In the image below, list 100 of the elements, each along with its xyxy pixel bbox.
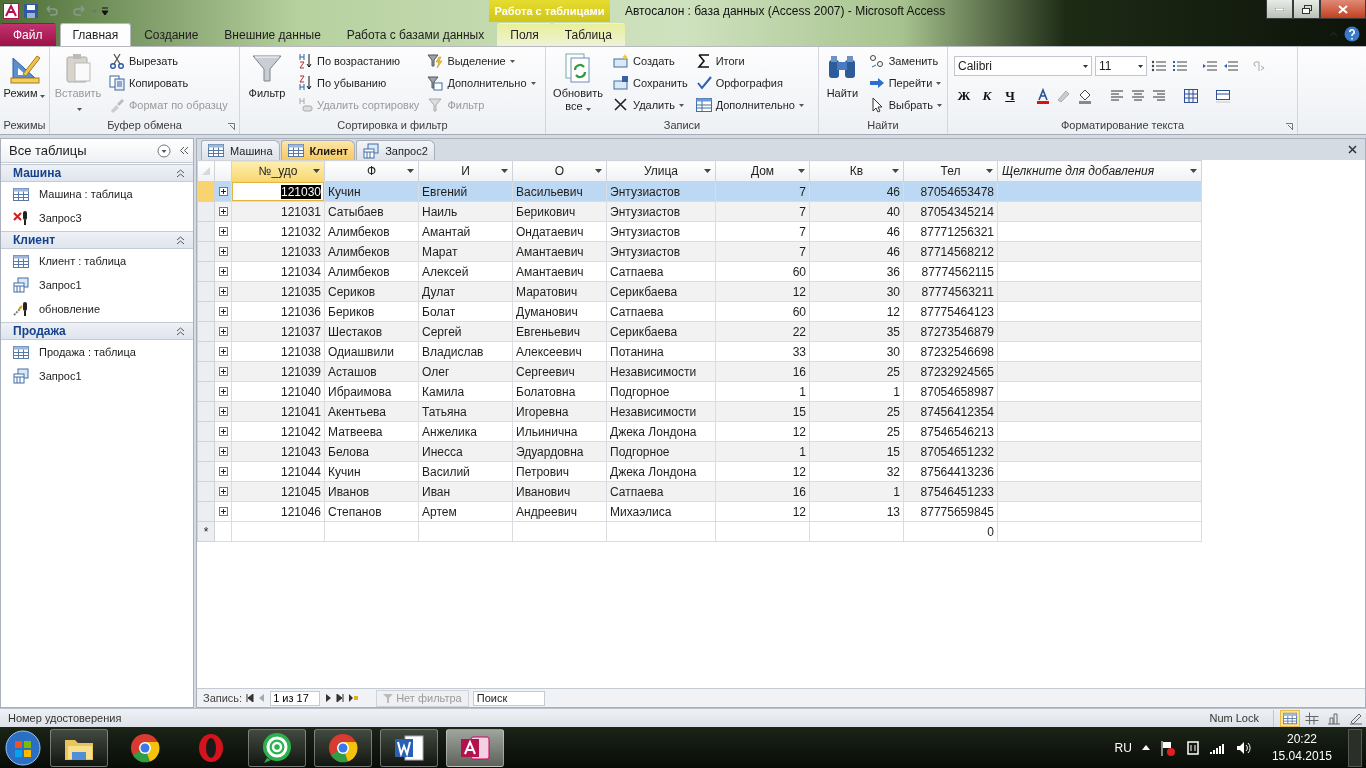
- language-indicator[interactable]: RU: [1114, 740, 1132, 755]
- ribbon-button[interactable]: Режим: [3, 50, 46, 114]
- group-label: Записи: [663, 119, 701, 131]
- column-header[interactable]: И: [418, 160, 513, 182]
- column-header[interactable]: О: [512, 160, 607, 182]
- ribbon-tab[interactable]: Создание: [131, 23, 212, 46]
- nav-item[interactable]: Клиент : таблица: [1, 249, 193, 273]
- column-header[interactable]: Дом: [715, 160, 810, 182]
- ribbon-button[interactable]: Обновить все: [549, 50, 607, 114]
- taskbar-app[interactable]: [314, 728, 372, 767]
- restore-button[interactable]: [1293, 0, 1320, 19]
- column-header[interactable]: Кв: [809, 160, 904, 182]
- taskbar-app[interactable]: [50, 728, 108, 767]
- dropdown-arrow-icon[interactable]: [407, 169, 414, 173]
- caret-icon: [798, 103, 804, 107]
- ribbon-button[interactable]: Выбрать: [866, 94, 944, 116]
- ribbon-button[interactable]: Фильтр: [243, 50, 291, 114]
- nav-item[interactable]: Продажа : таблица: [1, 340, 193, 364]
- dropdown-arrow-icon[interactable]: [313, 169, 320, 173]
- search-field[interactable]: Поиск: [472, 690, 545, 706]
- close-icon: [1338, 4, 1348, 14]
- sigma-icon: [695, 53, 712, 69]
- expand-icon: [218, 386, 228, 396]
- ribbon-tab[interactable]: Внешние данные: [211, 23, 334, 46]
- taskbar-app[interactable]: [248, 728, 306, 767]
- nav-item[interactable]: Запрос1: [1, 273, 193, 297]
- nav-item[interactable]: Запрос3: [1, 206, 193, 230]
- ribbon-tab[interactable]: Работа с базами данных: [333, 23, 498, 46]
- dropdown-arrow-icon[interactable]: [798, 169, 805, 173]
- dialog-launcher-icon[interactable]: [228, 123, 235, 130]
- ribbon-tab[interactable]: Поля: [497, 23, 552, 46]
- nav-item[interactable]: Запрос1: [1, 364, 193, 388]
- column-header[interactable]: Тел: [903, 160, 998, 182]
- funnel-icon: [427, 97, 444, 113]
- dropdown-arrow-icon[interactable]: [501, 169, 508, 173]
- ribbon-button[interactable]: Вырезать: [107, 50, 230, 72]
- record-position-field[interactable]: 1 из 17: [270, 690, 321, 706]
- ribbon-button[interactable]: Заменить: [866, 50, 944, 72]
- ribbon-button[interactable]: Удалить: [611, 94, 690, 116]
- nav-group-header[interactable]: Продажа: [1, 322, 193, 340]
- ribbon-button[interactable]: Итоги: [693, 50, 806, 72]
- format-button[interactable]: Ч: [1000, 85, 1020, 107]
- font-name-field[interactable]: Calibri: [954, 56, 1092, 76]
- dropdown-arrow-icon[interactable]: [986, 169, 993, 173]
- mail-at-icon: [261, 731, 293, 764]
- ribbon-button[interactable]: По возрастанию: [295, 50, 422, 72]
- dropdown-arrow-icon[interactable]: [892, 169, 899, 173]
- caret-icon: [1083, 64, 1088, 68]
- nav-group-header[interactable]: Клиент: [1, 231, 193, 249]
- document-tab[interactable]: Машина: [201, 140, 280, 160]
- minimize-button[interactable]: [1266, 0, 1293, 19]
- caret-icon: [77, 107, 82, 111]
- column-header[interactable]: Улица: [606, 160, 716, 182]
- save-record-icon: [613, 75, 629, 91]
- column-header[interactable]: Ф: [324, 160, 419, 182]
- save-icon: [23, 3, 39, 19]
- add-column-header[interactable]: Щелкните для добавления: [997, 160, 1202, 182]
- window-title: Автосалон : база данных (Access 2007) - Microsoft Access: [625, 4, 946, 18]
- ribbon-button[interactable]: Орфография: [693, 72, 806, 94]
- ribbon-button[interactable]: Найти: [822, 50, 863, 114]
- dropdown-arrow-icon[interactable]: [1190, 169, 1197, 173]
- ribbon-button[interactable]: Сохранить: [611, 72, 690, 94]
- taskbar-app[interactable]: [446, 728, 504, 767]
- ribbon-button[interactable]: По убыванию: [295, 72, 422, 94]
- collapse-icon: [176, 168, 185, 178]
- font-size-field[interactable]: 11: [1095, 56, 1147, 76]
- view-button[interactable]: [1280, 709, 1300, 727]
- clock[interactable]: 20:22 15.04.2015: [1271, 730, 1332, 765]
- ribbon-button[interactable]: Выделение: [425, 50, 538, 72]
- chrome-icon: [130, 732, 160, 763]
- nav-item[interactable]: обновление: [1, 297, 193, 321]
- ribbon-tab[interactable]: Файл: [0, 23, 56, 46]
- undo-icon: [43, 3, 59, 19]
- ribbon-button[interactable]: Дополнительно: [693, 94, 806, 116]
- close-icon[interactable]: [1348, 145, 1357, 154]
- collapse-icon: [176, 235, 185, 245]
- ribbon-button[interactable]: Перейти: [866, 72, 944, 94]
- nav-item[interactable]: Машина : таблица: [1, 182, 193, 206]
- format-button[interactable]: Ж: [954, 85, 974, 107]
- dropdown-arrow-icon[interactable]: [704, 169, 711, 173]
- ribbon-button[interactable]: Дополнительно: [425, 72, 538, 94]
- ribbon-button[interactable]: Создать: [611, 50, 690, 72]
- taskbar-app[interactable]: [380, 728, 438, 767]
- nav-group-header[interactable]: Машина: [1, 164, 193, 182]
- close-button[interactable]: [1320, 0, 1366, 19]
- expand-icon: [218, 466, 228, 476]
- show-desktop-button[interactable]: [1348, 728, 1362, 767]
- ribbon-button[interactable]: Копировать: [107, 72, 230, 94]
- caret-icon: [936, 81, 942, 85]
- ribbon-tab[interactable]: Главная: [59, 23, 132, 46]
- dialog-launcher-icon[interactable]: [1286, 123, 1293, 130]
- document-tab[interactable]: Запрос2: [356, 140, 435, 160]
- document-tab[interactable]: Клиент: [280, 140, 356, 160]
- access-logo-icon: [3, 3, 19, 19]
- dropdown-arrow-icon[interactable]: [595, 169, 602, 173]
- column-header[interactable]: №_удо: [231, 160, 325, 182]
- funnel-icon: [383, 693, 394, 703]
- num-lock-indicator: Num Lock: [1209, 712, 1259, 724]
- format-button[interactable]: К: [977, 85, 997, 107]
- ribbon-tab[interactable]: Таблица: [551, 23, 625, 46]
